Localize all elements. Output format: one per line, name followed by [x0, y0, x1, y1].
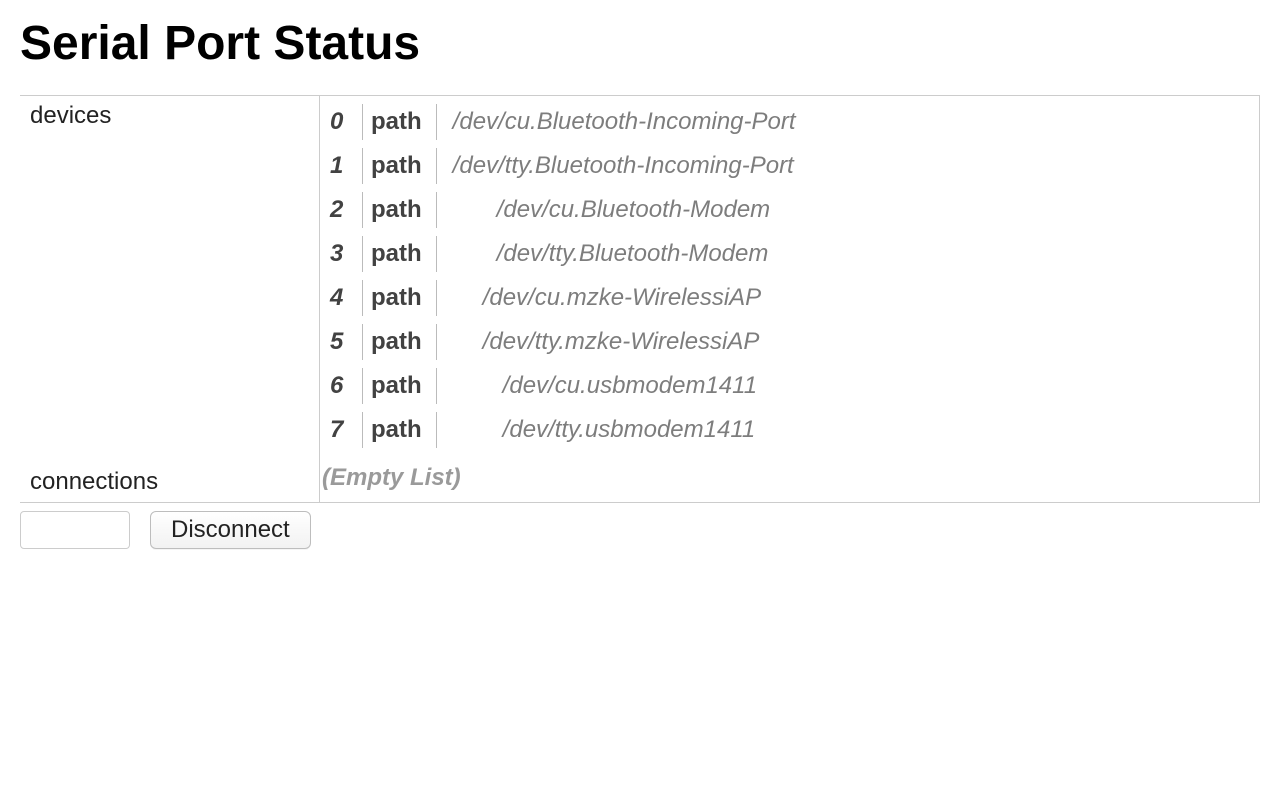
separator [362, 368, 363, 404]
separator [362, 324, 363, 360]
separator [436, 412, 437, 448]
empty-list-label: (Empty List) [320, 460, 1259, 498]
connections-value: (Empty List) [320, 456, 1259, 502]
connections-label: connections [20, 456, 320, 502]
separator [362, 412, 363, 448]
connection-id-input[interactable] [20, 511, 130, 549]
separator [436, 324, 437, 360]
device-entry: 1 path/dev/tty.Bluetooth-Incoming-Port [320, 144, 1259, 188]
separator [362, 192, 363, 228]
device-path-value: /dev/tty.Bluetooth-Modem [489, 240, 769, 268]
path-key-label: path [371, 328, 436, 356]
device-index: 5 [330, 328, 362, 356]
device-path-value: /dev/cu.Bluetooth-Incoming-Port [445, 108, 796, 136]
device-path-value: /dev/cu.mzke-WirelessiAP [475, 284, 762, 312]
disconnect-button[interactable]: Disconnect [150, 511, 311, 549]
device-entry: 5 path/dev/tty.mzke-WirelessiAP [320, 320, 1259, 364]
path-key-label: path [371, 108, 436, 136]
separator [436, 148, 437, 184]
device-index: 1 [330, 152, 362, 180]
path-key-label: path [371, 284, 436, 312]
device-index: 2 [330, 196, 362, 224]
device-index: 3 [330, 240, 362, 268]
device-entry: 2 path/dev/cu.Bluetooth-Modem [320, 188, 1259, 232]
separator [362, 148, 363, 184]
device-path-value: /dev/cu.usbmodem1411 [495, 372, 757, 400]
devices-list: 0 path/dev/cu.Bluetooth-Incoming-Port 1 pat… [320, 96, 1259, 456]
separator [436, 236, 437, 272]
separator [436, 280, 437, 316]
separator [436, 192, 437, 228]
devices-label: devices [20, 96, 320, 456]
separator [362, 280, 363, 316]
page-title: Serial Port Status [20, 16, 1260, 71]
device-index: 0 [330, 108, 362, 136]
device-entry: 3 path/dev/tty.Bluetooth-Modem [320, 232, 1259, 276]
device-index: 6 [330, 372, 362, 400]
device-entry: 7 path/dev/tty.usbmodem1411 [320, 408, 1259, 452]
device-index: 7 [330, 416, 362, 444]
path-key-label: path [371, 416, 436, 444]
devices-row: devices 0 path/dev/cu.Bluetooth-Incoming-… [20, 96, 1259, 456]
device-path-value: /dev/tty.Bluetooth-Incoming-Port [445, 152, 794, 180]
device-index: 4 [330, 284, 362, 312]
connections-row: connections (Empty List) [20, 456, 1259, 502]
status-table: devices 0 path/dev/cu.Bluetooth-Incoming-… [20, 95, 1260, 503]
path-key-label: path [371, 196, 436, 224]
path-key-label: path [371, 152, 436, 180]
controls-bar: Disconnect [20, 511, 1260, 549]
separator [362, 104, 363, 140]
device-entry: 0 path/dev/cu.Bluetooth-Incoming-Port [320, 100, 1259, 144]
separator [436, 368, 437, 404]
device-entry: 6 path/dev/cu.usbmodem1411 [320, 364, 1259, 408]
device-path-value: /dev/tty.mzke-WirelessiAP [475, 328, 760, 356]
path-key-label: path [371, 372, 436, 400]
device-path-value: /dev/cu.Bluetooth-Modem [489, 196, 770, 224]
device-entry: 4 path/dev/cu.mzke-WirelessiAP [320, 276, 1259, 320]
device-path-value: /dev/tty.usbmodem1411 [495, 416, 756, 444]
path-key-label: path [371, 240, 436, 268]
separator [362, 236, 363, 272]
separator [436, 104, 437, 140]
